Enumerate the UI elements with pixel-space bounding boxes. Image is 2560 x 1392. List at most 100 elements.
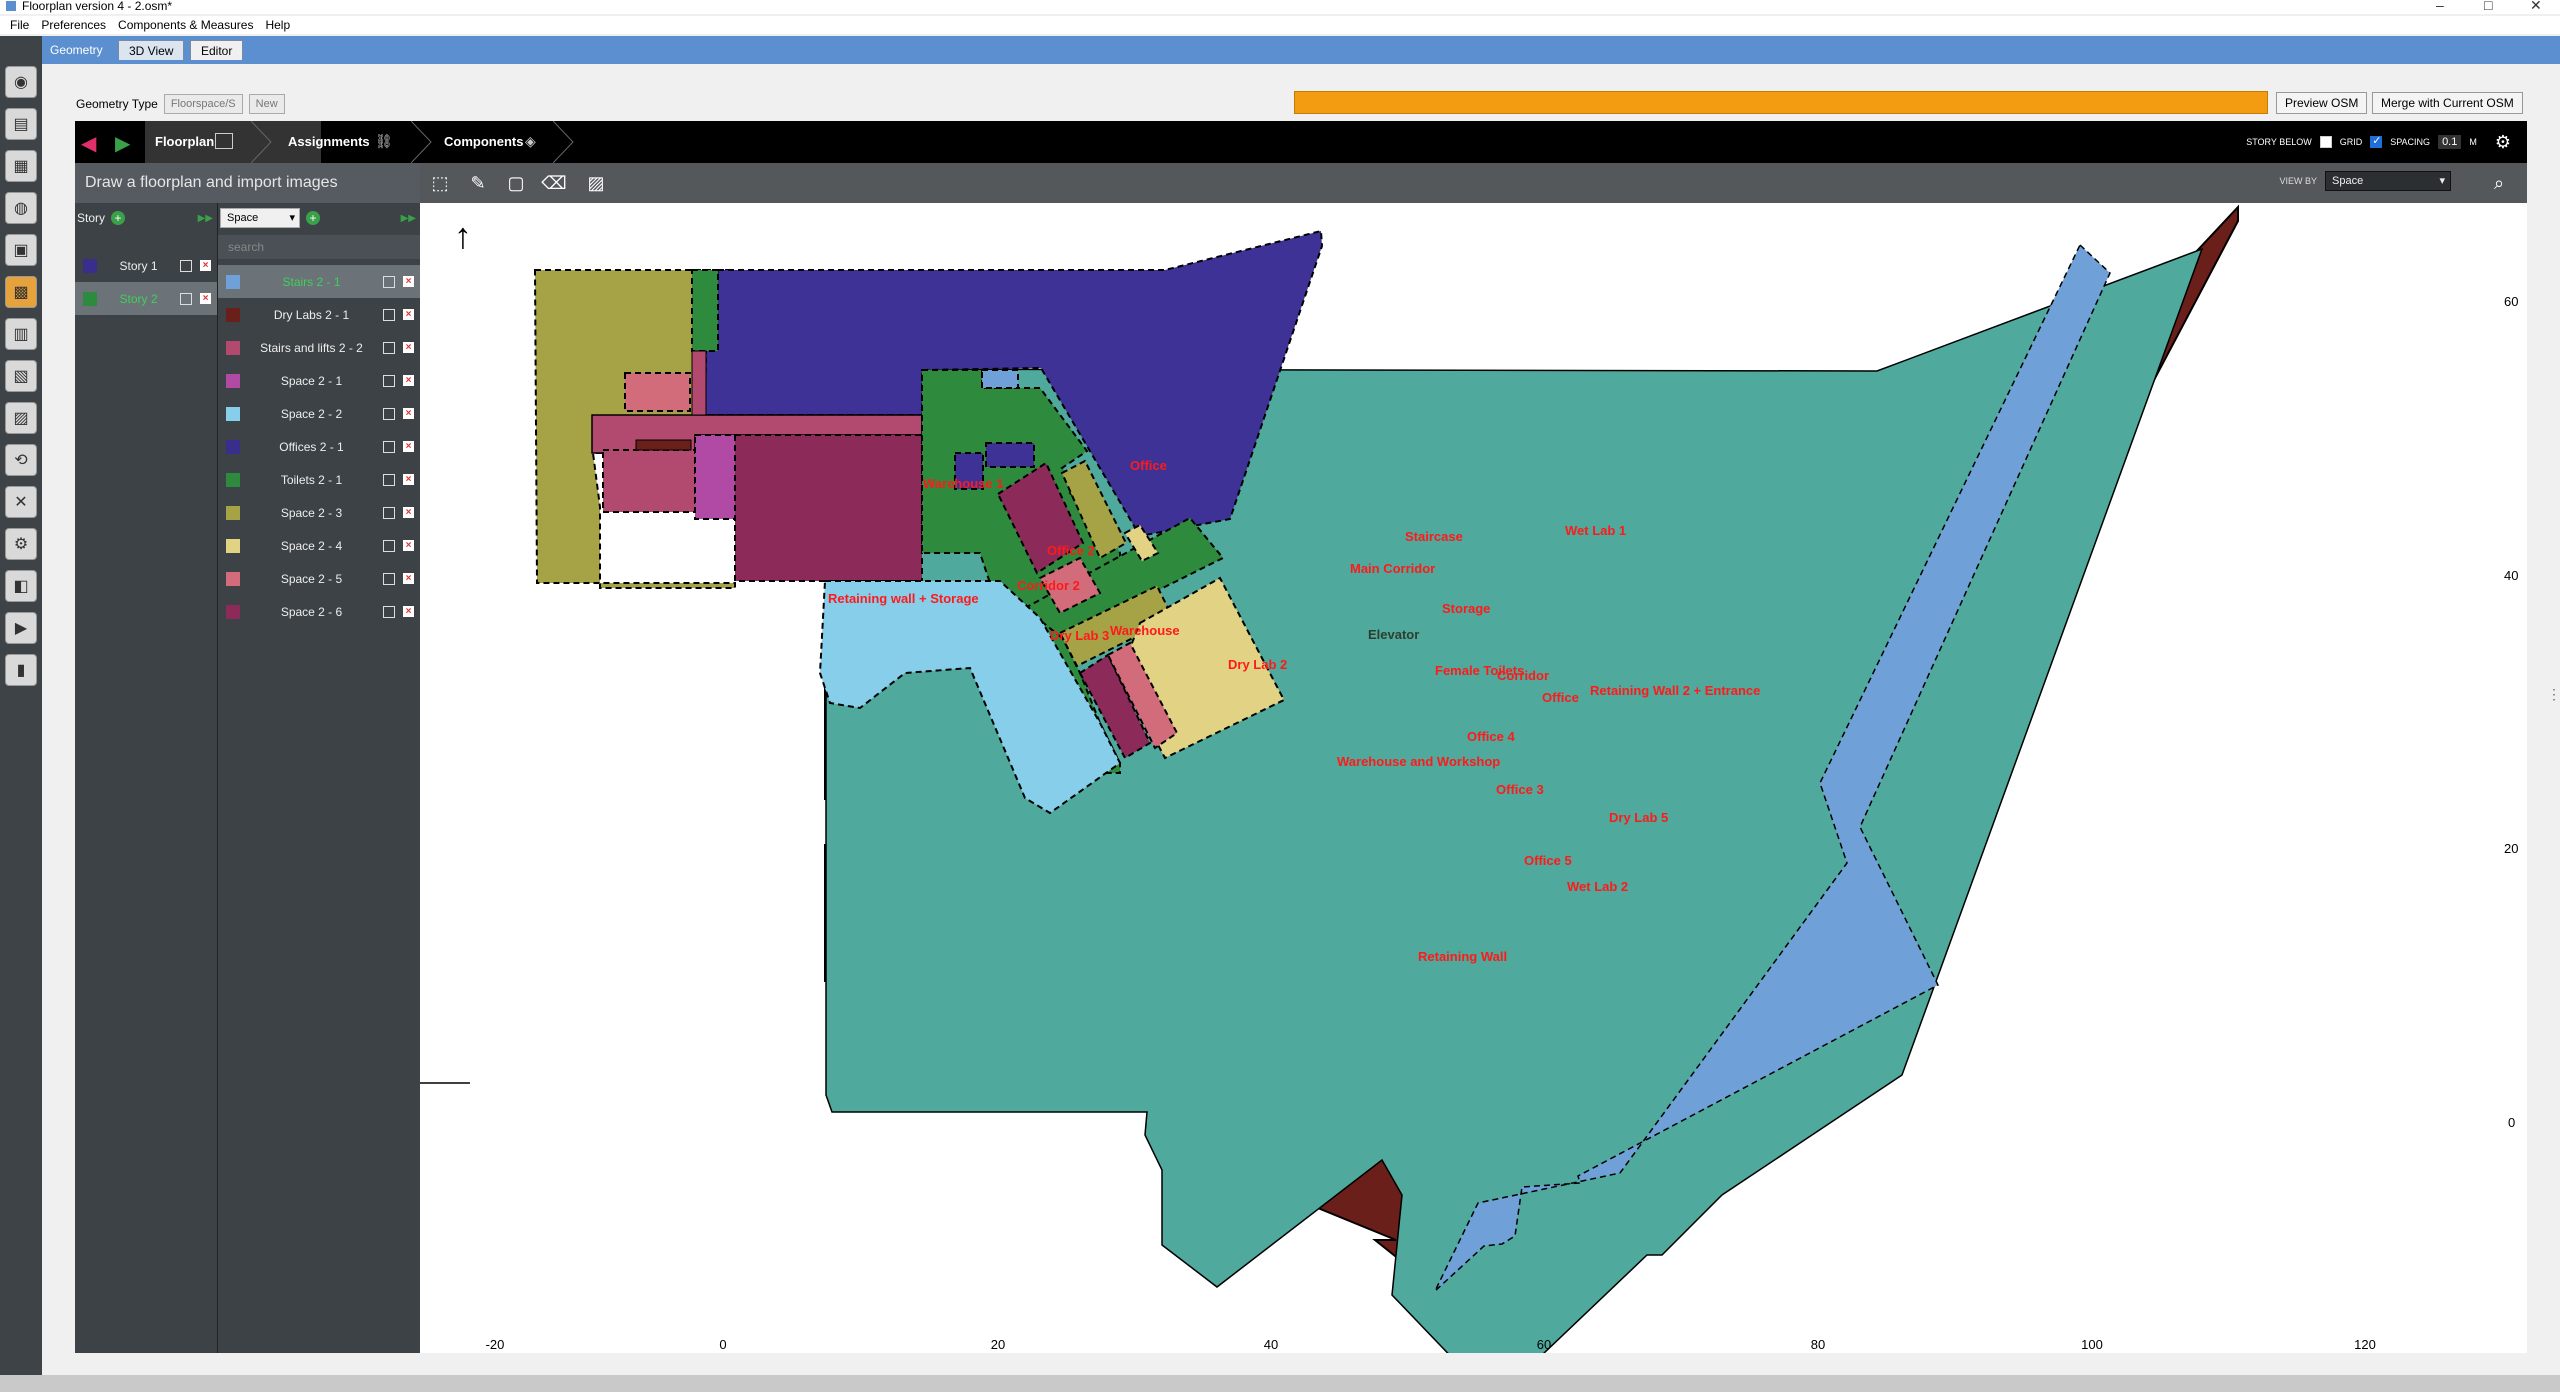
space-type-select[interactable]: Space ▾ <box>220 208 300 228</box>
settings-gear-icon[interactable]: ⚙ <box>2495 132 2511 153</box>
delete-icon[interactable]: × <box>403 375 414 386</box>
space-row[interactable]: Space 2 - 2 × <box>218 397 420 430</box>
x-tick: 60 <box>1537 1337 1551 1352</box>
preview-osm-button[interactable]: Preview OSM <box>2276 92 2368 114</box>
eraser-icon[interactable]: ⌫ <box>540 169 568 197</box>
measures-icon[interactable]: ◧ <box>5 570 37 602</box>
story-below-checkbox[interactable] <box>2319 136 2332 148</box>
space-row[interactable]: Offices 2 - 1 × <box>218 430 420 463</box>
delete-icon[interactable]: × <box>403 309 414 320</box>
space-search-input[interactable]: search <box>218 235 420 259</box>
space-row[interactable]: Stairs 2 - 1 × <box>218 265 420 298</box>
draw-polygon-icon[interactable]: ✎ <box>464 169 492 197</box>
copy-icon[interactable] <box>383 539 395 552</box>
copy-icon[interactable] <box>383 506 395 519</box>
story-row[interactable]: Story 2 × <box>75 282 217 315</box>
space-types-icon[interactable]: ▣ <box>5 234 37 266</box>
delete-icon[interactable]: × <box>403 441 414 452</box>
tab-editor[interactable]: Editor <box>190 40 244 60</box>
space-row[interactable]: Stairs and lifts 2 - 2 × <box>218 331 420 364</box>
grid-checkbox[interactable] <box>2370 134 2383 148</box>
space-name: Space 2 - 1 <box>280 373 343 388</box>
copy-icon[interactable] <box>383 341 395 354</box>
tab-3d-view[interactable]: 3D View <box>118 40 185 60</box>
facility-icon[interactable]: ▥ <box>5 318 37 350</box>
zoom-icon[interactable]: ⌕ <box>2485 169 2513 197</box>
constructions-icon[interactable]: ▦ <box>5 150 37 182</box>
schedules-icon[interactable]: ▤ <box>5 108 37 140</box>
delete-icon[interactable]: × <box>403 573 414 584</box>
delete-icon[interactable]: × <box>403 408 414 419</box>
delete-icon[interactable]: × <box>403 540 414 551</box>
copy-icon[interactable] <box>383 572 395 585</box>
results-icon[interactable]: ▮ <box>5 654 37 686</box>
copy-icon[interactable] <box>383 275 395 288</box>
spacing-input[interactable]: 0.1 <box>2438 135 2462 149</box>
minimize-icon[interactable]: – <box>2436 0 2444 13</box>
space-color-swatch <box>226 604 240 619</box>
geometry-icon[interactable]: ▩ <box>5 276 37 308</box>
delete-icon[interactable]: × <box>403 342 414 353</box>
x-tick: -20 <box>486 1337 505 1352</box>
space-name: Dry Labs 2 - 1 <box>273 307 350 322</box>
delete-icon[interactable]: × <box>403 606 414 617</box>
floorplan-canvas[interactable]: Warehouse 1 Office Office 2 Corridor 2 D… <box>420 203 2527 1353</box>
expand-icon[interactable]: ▶▶ <box>198 213 213 224</box>
copy-icon[interactable] <box>383 605 395 618</box>
output-variables-icon[interactable]: ✕ <box>5 486 37 518</box>
space-list: Stairs 2 - 1 × Dry Labs 2 - 1 × Stairs and l… <box>218 265 420 628</box>
delete-icon[interactable]: × <box>403 507 414 518</box>
copy-icon[interactable] <box>383 407 395 420</box>
space-row[interactable]: Space 2 - 1 × <box>218 364 420 397</box>
loads-icon[interactable]: ◍ <box>5 192 37 224</box>
spaces-icon[interactable]: ▧ <box>5 360 37 392</box>
image-import-icon[interactable]: ▨ <box>582 169 610 197</box>
floorplan-icon <box>215 133 233 149</box>
menu-file[interactable]: File <box>10 18 29 32</box>
space-row[interactable]: Space 2 - 4 × <box>218 529 420 562</box>
menu-preferences[interactable]: Preferences <box>41 18 106 32</box>
new-button[interactable]: New <box>248 94 285 114</box>
delete-icon[interactable]: × <box>403 276 414 287</box>
tab-components[interactable]: Components <box>444 121 523 163</box>
story-column: Story + ▶▶ Story 1 × Story 2 × <box>75 203 218 1353</box>
menu-help[interactable]: Help <box>265 18 290 32</box>
space-row[interactable]: Space 2 - 5 × <box>218 562 420 595</box>
copy-icon[interactable] <box>383 440 395 453</box>
add-story-icon[interactable]: + <box>111 211 126 225</box>
delete-icon[interactable]: × <box>403 474 414 485</box>
space-row[interactable]: Space 2 - 3 × <box>218 496 420 529</box>
hvac-icon[interactable]: ⟲ <box>5 444 37 476</box>
copy-icon[interactable] <box>180 259 192 272</box>
thermal-zones-icon[interactable]: ▨ <box>5 402 37 434</box>
geometry-type-select[interactable]: Floorspace/S <box>163 94 243 114</box>
site-icon[interactable]: ◉ <box>5 66 37 98</box>
select-tool-icon[interactable]: ⬚ <box>426 169 454 197</box>
maximize-icon[interactable]: □ <box>2484 0 2492 13</box>
back-arrow-icon[interactable]: ◀ <box>81 131 96 156</box>
space-row[interactable]: Space 2 - 6 × <box>218 595 420 628</box>
expand-icon[interactable]: ▶▶ <box>401 213 416 224</box>
view-by-select[interactable]: Space ▾ <box>2325 171 2451 191</box>
copy-icon[interactable] <box>383 308 395 321</box>
space-name: Stairs and lifts 2 - 2 <box>260 340 363 355</box>
space-row[interactable]: Toilets 2 - 1 × <box>218 463 420 496</box>
copy-icon[interactable] <box>180 292 192 305</box>
delete-icon[interactable]: × <box>200 260 211 271</box>
delete-icon[interactable]: × <box>200 293 211 304</box>
simulation-settings-icon[interactable]: ⚙ <box>5 528 37 560</box>
copy-icon[interactable] <box>383 374 395 387</box>
copy-icon[interactable] <box>383 473 395 486</box>
run-icon[interactable]: ▶ <box>5 612 37 644</box>
office-green <box>691 269 719 352</box>
menu-components-measures[interactable]: Components & Measures <box>118 18 253 32</box>
side-handle-icon[interactable]: ⋮ <box>2547 687 2560 701</box>
story-row[interactable]: Story 1 × <box>75 249 217 282</box>
add-space-icon[interactable]: + <box>306 211 320 225</box>
close-icon[interactable]: ✕ <box>2530 0 2542 14</box>
rectangle-tool-icon[interactable]: ▢ <box>502 169 530 197</box>
tab-assignments[interactable]: Assignments <box>288 121 370 163</box>
forward-arrow-icon[interactable]: ▶ <box>115 131 130 156</box>
merge-osm-button[interactable]: Merge with Current OSM <box>2372 92 2523 114</box>
space-row[interactable]: Dry Labs 2 - 1 × <box>218 298 420 331</box>
